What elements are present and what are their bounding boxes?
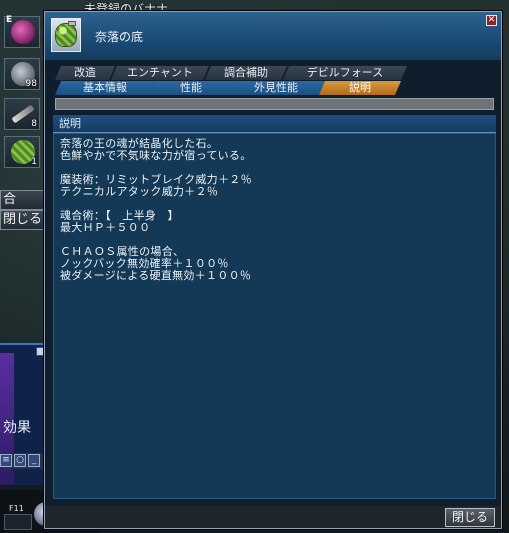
tab-modify[interactable]: 改造 (55, 66, 115, 80)
window-footer: 閉じる (45, 506, 501, 528)
tab-enchant[interactable]: エンチャント (111, 66, 209, 80)
inventory-slot[interactable]: 98 (4, 58, 40, 90)
description-line: 色鮮やかで不気味な力が宿っている。 (60, 149, 252, 162)
description-line: 被ダメージによる硬直無効＋１００％ (60, 269, 252, 282)
hotbar-slot[interactable] (4, 514, 32, 530)
potion-icon (11, 20, 35, 44)
inventory-strip: E 98 8 1 (0, 15, 44, 176)
tab-devil-force[interactable]: デビルフォース (283, 66, 407, 80)
item-icon-frame (51, 18, 81, 52)
slot-quantity: 98 (25, 79, 37, 89)
close-icon[interactable]: ✕ (486, 15, 497, 26)
underscore-icon[interactable]: _ (28, 454, 40, 467)
list-icon[interactable]: ≡ (0, 454, 12, 467)
title-bar[interactable]: 奈落の底 ✕ (45, 12, 501, 60)
close-button[interactable]: 閉じる (445, 508, 495, 527)
slot-quantity: 8 (31, 119, 37, 129)
effects-button-row: ≡ ○ _ (0, 453, 46, 469)
item-detail-window: 奈落の底 ✕ 改造 エンチャント 調合補助 デビルフォース 基本情報 性能 外見… (44, 11, 502, 529)
description-line: テクニカルアタック威力＋２％ (60, 185, 219, 198)
tab-performance[interactable]: 性能 (149, 81, 233, 95)
window-title: 奈落の底 (95, 30, 144, 44)
slot-tag: E (6, 15, 13, 25)
inventory-slot[interactable]: 8 (4, 98, 40, 130)
inventory-slot[interactable]: E (4, 15, 40, 48)
effects-label: 効果 (3, 420, 31, 436)
tab-separator-bar (55, 98, 494, 110)
slot-quantity: 1 (31, 157, 37, 167)
section-header: 説明 (53, 115, 496, 133)
side-button[interactable]: 合 (0, 190, 44, 210)
hotkey-label: F11 (9, 504, 24, 513)
effects-panel: 効果 ≡ ○ _ (0, 343, 46, 485)
side-close-button[interactable]: 閉じる (0, 210, 44, 230)
circle-icon[interactable]: ○ (14, 454, 26, 467)
window-body: 改造 エンチャント 調合補助 デビルフォース 基本情報 性能 外見性能 説明 説… (45, 60, 501, 528)
tab-appearance[interactable]: 外見性能 (227, 81, 325, 95)
tab-basic-info[interactable]: 基本情報 (55, 81, 155, 95)
grenade-pin-icon (68, 21, 76, 26)
grenade-icon (55, 23, 77, 47)
tab-description[interactable]: 説明 (319, 81, 401, 95)
inventory-slot[interactable]: 1 (4, 136, 40, 168)
tab-blend-assist[interactable]: 調合補助 (205, 66, 287, 80)
description-line: 最大ＨＰ＋５００ (60, 221, 151, 234)
description-panel: 奈落の王の魂が結晶化した石。 色鮮やかで不気味な力が宿っている。 魔装術：リミッ… (53, 133, 496, 499)
